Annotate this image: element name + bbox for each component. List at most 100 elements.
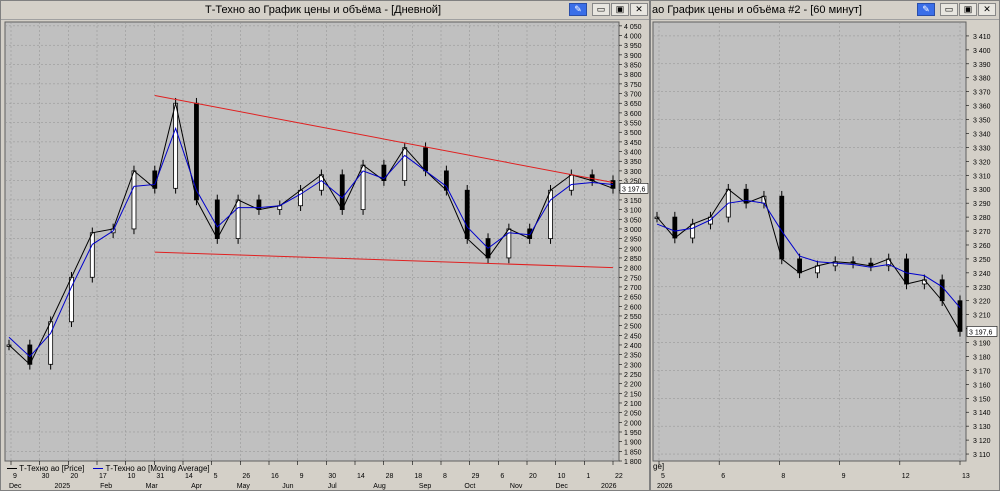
x-day-label: 14	[357, 473, 365, 480]
y-tick-label: 2 600	[624, 304, 642, 311]
y-tick-label: 3 390	[973, 62, 991, 69]
y-tick-label: 1 950	[624, 430, 642, 437]
x-day-label: 9	[300, 473, 304, 480]
y-tick-label: 3 210	[973, 313, 991, 320]
y-tick-label: 3 150	[624, 198, 642, 205]
y-tick-label: 3 140	[973, 410, 991, 417]
x-day-label: 10	[128, 473, 136, 480]
y-tick-label: 3 400	[624, 150, 642, 157]
y-tick-label: 2 300	[624, 362, 642, 369]
y-tick-label: 2 200	[624, 382, 642, 389]
y-tick-label: 3 270	[973, 229, 991, 236]
x-day-label: 16	[271, 473, 279, 480]
restore-icon[interactable]: ▣	[959, 3, 977, 16]
hourly-chart-titlebar[interactable]: ао График цены и объёма #2 - [60 минут] …	[651, 1, 999, 20]
close-icon[interactable]: ✕	[978, 3, 996, 16]
y-tick-label: 4 000	[624, 34, 642, 41]
hourly-legend-stub: ge]	[653, 462, 665, 471]
x-day-label: 29	[472, 473, 480, 480]
x-month-label: Dec	[9, 483, 22, 490]
daily-chart-window[interactable]: Т-Техно ао График цены и объёма - [Дневн…	[0, 0, 650, 491]
price-candle	[339, 174, 345, 210]
x-day-label: 14	[185, 473, 193, 480]
x-day-label: 8	[443, 473, 447, 480]
y-tick-label: 2 450	[624, 333, 642, 340]
y-tick-label: 1 800	[624, 459, 642, 466]
y-tick-label: 3 380	[973, 76, 991, 83]
y-tick-label: 3 450	[624, 140, 642, 147]
y-tick-label: 2 500	[624, 324, 642, 331]
price-candle	[235, 199, 241, 239]
y-tick-label: 2 900	[624, 246, 642, 253]
x-month-label: 2026	[601, 483, 617, 490]
x-day-label: 1	[586, 473, 590, 480]
y-tick-label: 3 330	[973, 145, 991, 152]
restore-icon[interactable]: ▣	[611, 3, 629, 16]
y-tick-label: 3 240	[973, 271, 991, 278]
pin-icon[interactable]: ✎	[917, 3, 935, 16]
y-tick-label: 1 850	[624, 449, 642, 456]
x-month-label: Oct	[464, 483, 475, 490]
x-day-label: 9	[13, 473, 17, 480]
y-tick-label: 3 250	[973, 257, 991, 264]
hourly-chart-window[interactable]: ао График цены и объёма #2 - [60 минут] …	[650, 0, 1000, 491]
y-tick-label: 3 950	[624, 43, 642, 50]
y-tick-label: 3 050	[624, 217, 642, 224]
pin-icon[interactable]: ✎	[569, 3, 587, 16]
y-tick-label: 3 280	[973, 215, 991, 222]
y-tick-label: 3 220	[973, 299, 991, 306]
y-tick-label: 3 100	[624, 208, 642, 215]
hourly-chart-title: ао График цены и объёма #2 - [60 минут]	[652, 4, 862, 16]
y-tick-label: 3 750	[624, 82, 642, 89]
price-candle	[672, 216, 678, 239]
x-month-label: 2026	[657, 483, 673, 490]
y-tick-label: 2 100	[624, 401, 642, 408]
x-month-label: 2025	[55, 483, 71, 490]
y-tick-label: 2 800	[624, 266, 642, 273]
minimize-icon[interactable]: ▭	[592, 3, 610, 16]
last-price-label: 3 197,6	[622, 186, 645, 193]
y-tick-label: 1 900	[624, 440, 642, 447]
price-candle	[464, 189, 470, 239]
y-tick-label: 3 350	[624, 159, 642, 166]
y-tick-label: 2 000	[624, 420, 642, 427]
x-month-label: Jul	[328, 483, 337, 490]
y-tick-label: 3 400	[973, 48, 991, 55]
x-day-label: 8	[781, 473, 785, 480]
legend-price-swatch	[7, 468, 17, 470]
legend-price-label: Т-Техно ао [Price]	[19, 464, 85, 473]
price-candle	[939, 279, 945, 302]
x-day-label: 22	[615, 473, 623, 480]
x-day-label: 6	[500, 473, 504, 480]
y-tick-label: 3 500	[624, 130, 642, 137]
daily-chart-title: Т-Техно ао График цены и объёма - [Дневн…	[205, 4, 442, 16]
close-icon[interactable]: ✕	[630, 3, 648, 16]
y-tick-label: 3 600	[624, 111, 642, 118]
hourly-price-chart[interactable]: 3 410 3 400 3 390 3 380 3 370 3 360 3 350 3 340…	[651, 19, 1000, 491]
x-day-label: 30	[328, 473, 336, 480]
x-month-label: Mar	[146, 483, 159, 490]
daily-chart-titlebar[interactable]: Т-Техно ао График цены и объёма - [Дневн…	[1, 1, 649, 20]
x-month-label: Apr	[191, 483, 203, 490]
x-day-label: 5	[214, 473, 218, 480]
legend-ma-swatch	[93, 468, 104, 470]
y-tick-label: 3 650	[624, 101, 642, 108]
x-day-label: 13	[962, 473, 970, 480]
y-tick-label: 3 370	[973, 90, 991, 97]
minimize-icon[interactable]: ▭	[940, 3, 958, 16]
y-tick-label: 3 850	[624, 63, 642, 70]
plot-area	[652, 21, 967, 462]
y-tick-label: 3 550	[624, 121, 642, 128]
y-tick-label: 3 340	[973, 131, 991, 138]
price-candle	[298, 189, 303, 207]
price-candle	[568, 174, 574, 191]
y-tick-label: 3 180	[973, 354, 991, 361]
daily-price-chart[interactable]: 4 050 4 000 3 950 3 900 3 850 3 800 3 750 3 700…	[1, 19, 650, 491]
y-tick-label: 2 650	[624, 295, 642, 302]
y-tick-label: 2 950	[624, 237, 642, 244]
x-day-label: 9	[842, 473, 846, 480]
legend-ma-label: Т-Техно ао [Moving Average]	[105, 464, 210, 473]
price-candle	[423, 147, 428, 172]
y-tick-label: 4 050	[624, 24, 642, 31]
x-month-label: Nov	[510, 483, 523, 490]
